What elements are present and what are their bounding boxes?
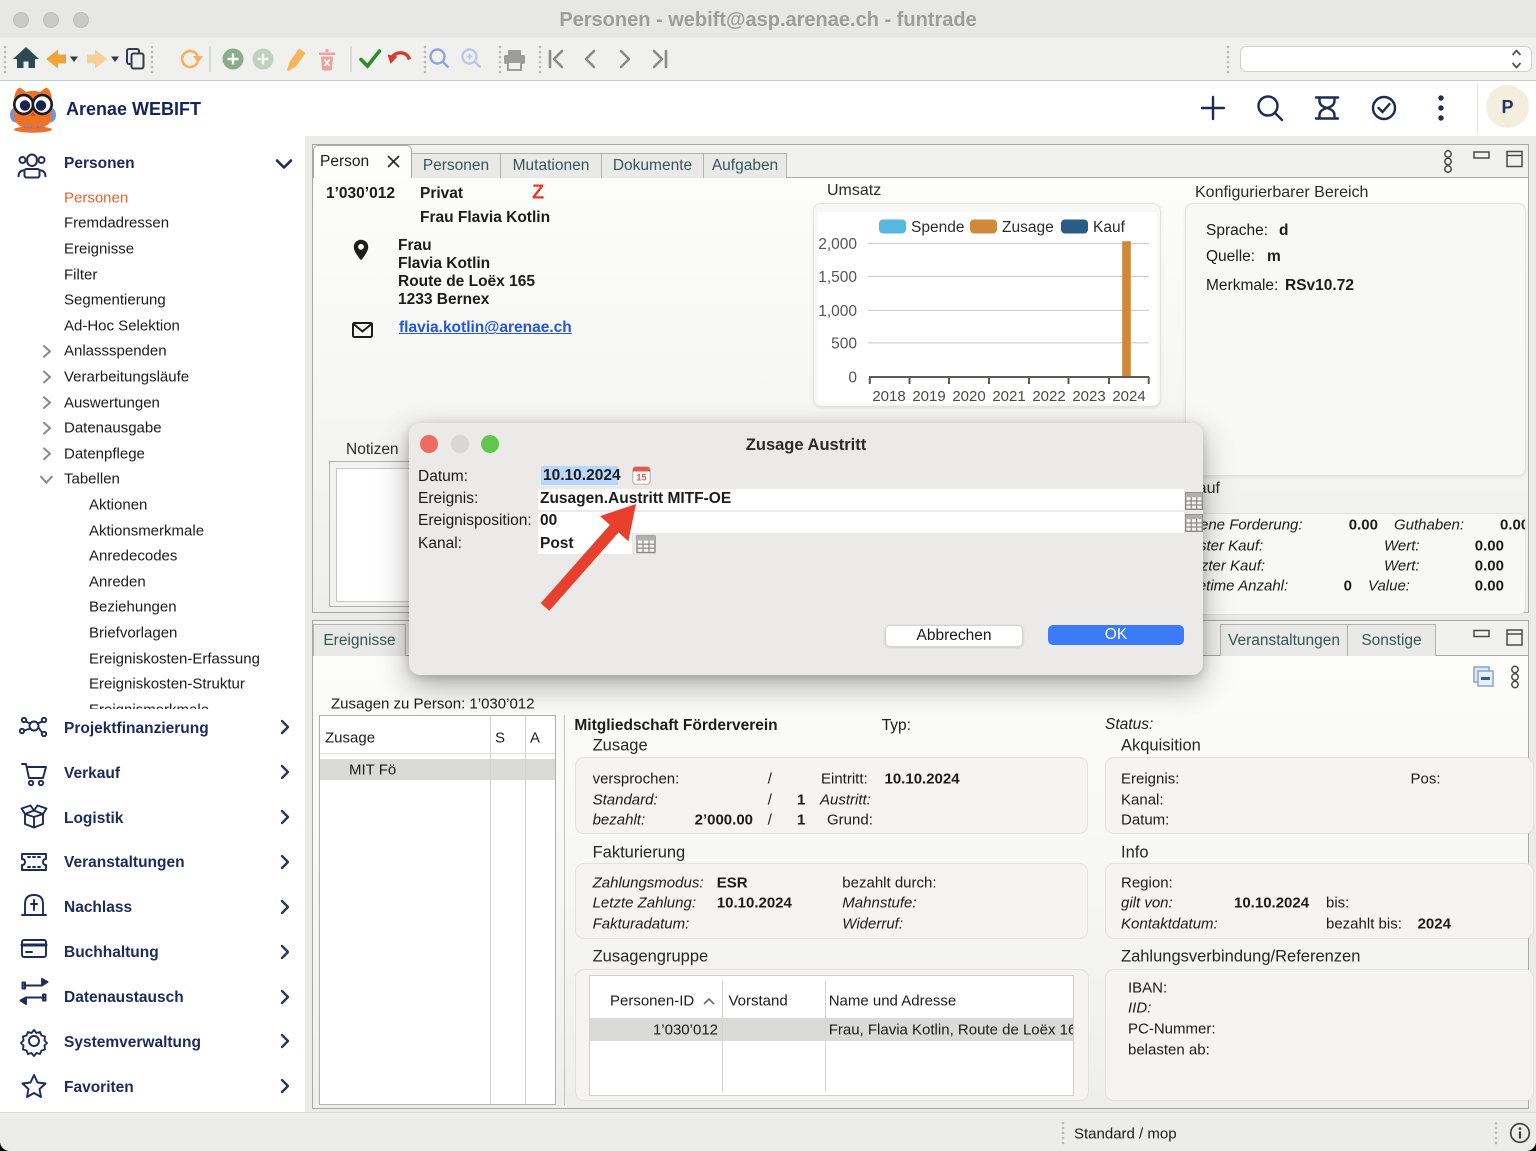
svg-text:2022: 2022 <box>1032 388 1065 405</box>
svg-text:2024: 2024 <box>1112 388 1145 405</box>
svg-text:2023: 2023 <box>1072 388 1105 405</box>
svg-text:Zusage: Zusage <box>1002 219 1054 236</box>
svg-text:Spende: Spende <box>911 219 964 236</box>
svg-text:2018: 2018 <box>872 388 905 405</box>
svg-text:Kauf: Kauf <box>1093 219 1126 236</box>
svg-text:2020: 2020 <box>952 388 985 405</box>
svg-text:2,000: 2,000 <box>818 236 857 253</box>
svg-text:1,000: 1,000 <box>818 303 857 320</box>
svg-text:2019: 2019 <box>912 388 945 405</box>
svg-text:2021: 2021 <box>992 388 1025 405</box>
svg-text:1,500: 1,500 <box>818 269 857 286</box>
svg-text:0: 0 <box>848 370 857 387</box>
svg-text:500: 500 <box>831 335 857 352</box>
